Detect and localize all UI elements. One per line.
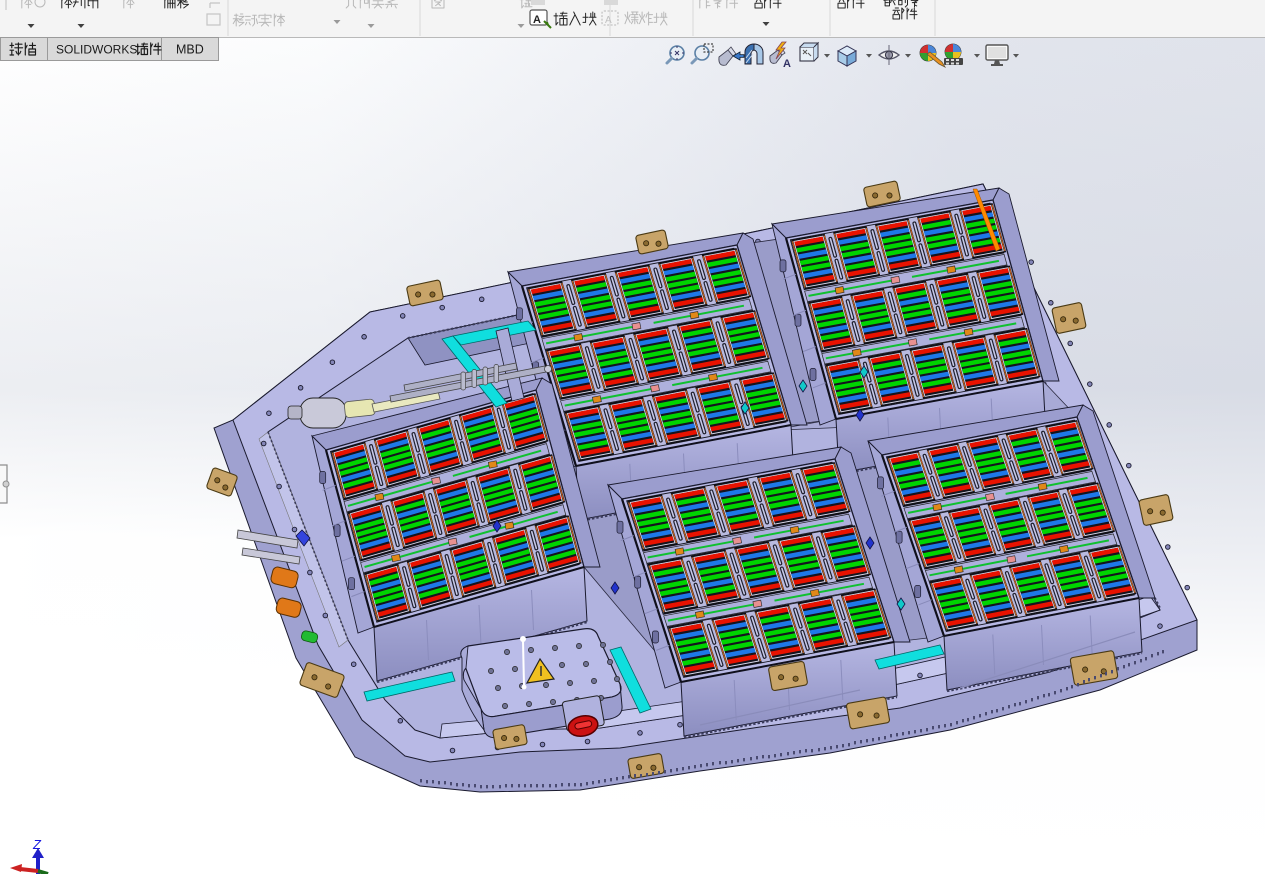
svg-text:SOLIDWORKS: SOLIDWORKS (56, 43, 137, 57)
svg-text:A: A (605, 15, 612, 26)
svg-text:MBD: MBD (176, 43, 204, 57)
svg-text:A: A (783, 58, 791, 70)
svg-text:A: A (533, 14, 541, 26)
